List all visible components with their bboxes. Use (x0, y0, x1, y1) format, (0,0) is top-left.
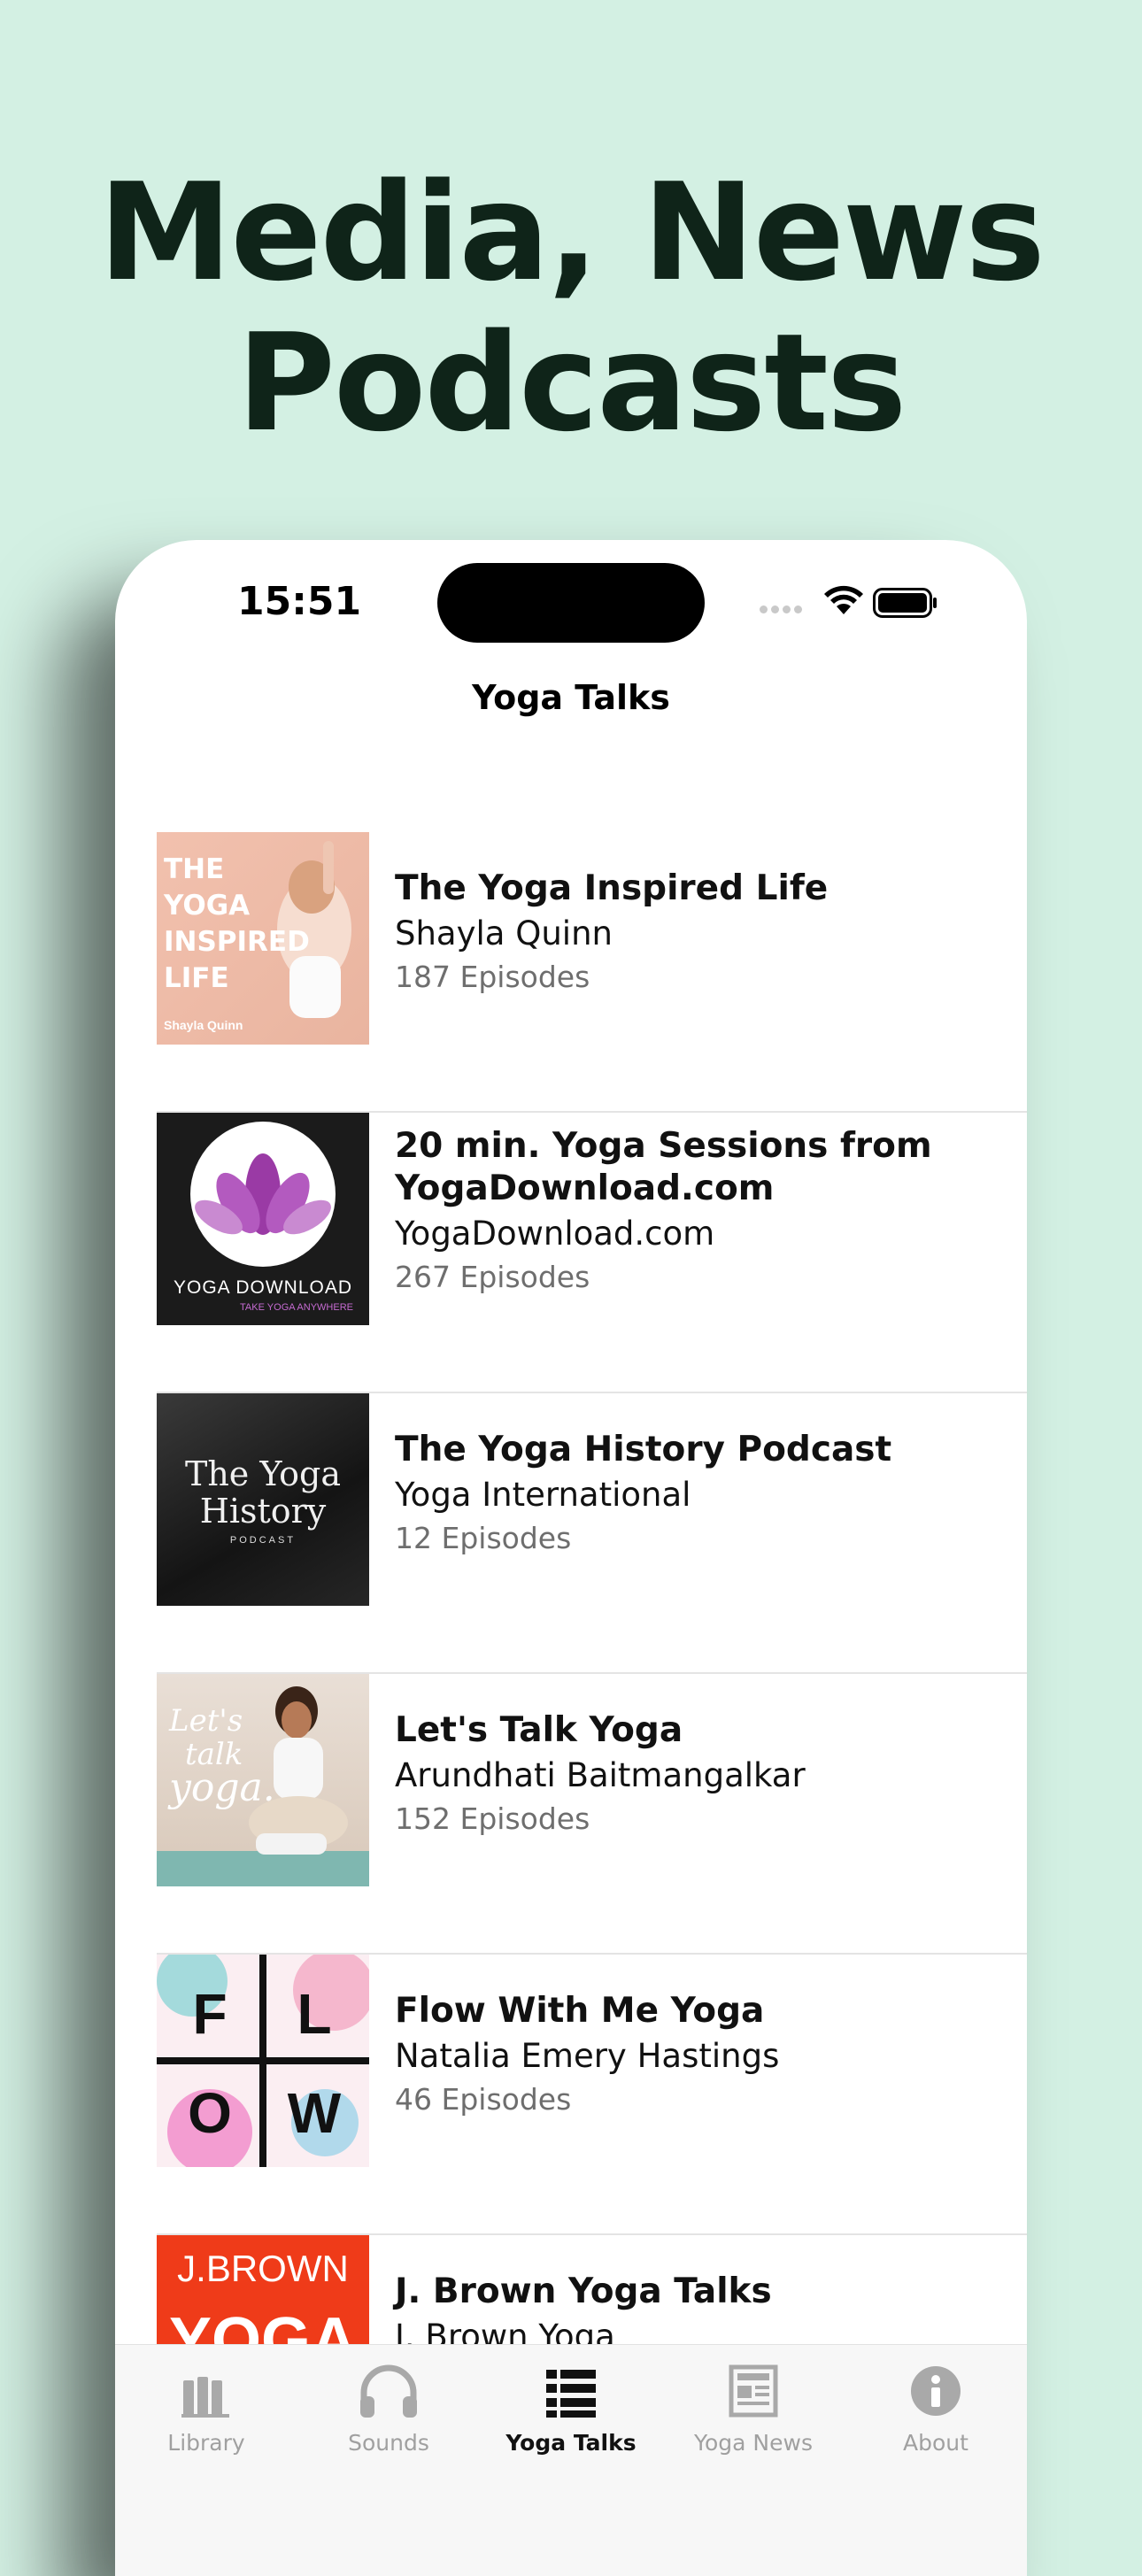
artwork-letter: L (297, 1982, 332, 2046)
info-icon (911, 2366, 961, 2416)
episode-count: 46 Episodes (395, 2082, 572, 2117)
tab-label: Sounds (348, 2430, 429, 2456)
tab-about[interactable]: About (845, 2357, 1027, 2456)
tab-yoga-talks[interactable]: Yoga Talks (480, 2357, 662, 2456)
podcast-row[interactable]: THE YOGA INSPIRED LIFE Shayla Quinn The … (115, 832, 1027, 1113)
tab-label: Library (167, 2430, 245, 2456)
podcast-author: Arundhati Baitmangalkar (395, 1756, 806, 1794)
podcast-title: Let's Talk Yoga (395, 1710, 683, 1750)
artwork-letter: O (188, 2081, 232, 2145)
cellular-signal-icon (760, 602, 806, 618)
artwork-letter: F (192, 1982, 228, 2046)
podcast-author: Natalia Emery Hastings (395, 2037, 780, 2075)
dynamic-island (437, 563, 705, 643)
tab-sounds[interactable]: Sounds (297, 2357, 480, 2456)
podcast-artwork: THE YOGA INSPIRED LIFE Shayla Quinn (157, 832, 369, 1045)
podcast-title: 20 min. Yoga Sessions from YogaDownload.… (395, 1126, 932, 1208)
artwork-text: YOGA DOWNLOAD (173, 1277, 353, 1298)
podcast-row[interactable]: YOGA DOWNLOAD TAKE YOGA ANYWHERE 20 min.… (115, 1113, 1027, 1393)
podcast-title: Flow With Me Yoga (395, 1991, 765, 2031)
tab-label: Yoga Talks (505, 2430, 637, 2456)
battery-icon (873, 588, 937, 618)
headline-line-1: Media, News (98, 154, 1046, 311)
status-indicators (760, 584, 945, 620)
podcast-info: The Yoga Inspired Life Shayla Quinn 187 … (395, 868, 997, 997)
nav-title: Yoga Talks (472, 678, 670, 717)
artwork-text: The Yoga (184, 1454, 342, 1493)
list-icon (546, 2368, 596, 2418)
artwork-caption: Shayla Quinn (164, 1018, 243, 1032)
podcast-info: Let's Talk Yoga Arundhati Baitmangalkar … (395, 1709, 997, 1839)
episode-count: 12 Episodes (395, 1521, 572, 1555)
podcast-list: THE YOGA INSPIRED LIFE Shayla Quinn The … (115, 832, 1027, 2516)
podcast-row[interactable]: The Yoga History PODCAST The Yoga Histor… (115, 1393, 1027, 1674)
podcast-author: Shayla Quinn (395, 914, 613, 953)
artwork-text: INSPIRED (164, 926, 310, 958)
podcast-author: YogaDownload.com (395, 1215, 715, 1253)
headline-line-2: Podcasts (236, 305, 907, 461)
artwork-text: THE (164, 853, 225, 885)
podcast-title: J. Brown Yoga Talks (395, 2271, 772, 2311)
podcast-row[interactable]: F L O W Flow With Me Yoga Natalia Emery … (115, 1955, 1027, 2235)
artwork-text: Let's (169, 1703, 243, 1739)
podcast-info: The Yoga History Podcast Yoga Internatio… (395, 1429, 997, 1558)
status-time: 15:51 (237, 579, 362, 624)
podcast-row[interactable]: Let's talk yoga. Let's Talk Yoga Arundha… (115, 1674, 1027, 1955)
tab-label: About (903, 2430, 968, 2456)
wifi-icon (824, 585, 863, 614)
podcast-artwork: The Yoga History PODCAST (157, 1393, 369, 1606)
artwork-text: J.BROWN (177, 2248, 349, 2289)
podcast-title: The Yoga Inspired Life (395, 868, 829, 908)
newspaper-icon (729, 2364, 778, 2418)
artwork-letter: W (287, 2081, 342, 2145)
podcast-artwork: Let's talk yoga. (157, 1674, 369, 1886)
episode-count: 152 Episodes (395, 1801, 590, 1836)
podcast-info: 20 min. Yoga Sessions from YogaDownload.… (395, 1125, 997, 1297)
tab-label: Yoga News (694, 2430, 813, 2456)
artwork-text: LIFE (164, 962, 229, 994)
tab-yoga-news[interactable]: Yoga News (662, 2357, 845, 2456)
phone-screen: 15:51 Yoga Talks THE YOGA INSPIRED LIFE … (115, 540, 1027, 2576)
artwork-caption: TAKE YOGA ANYWHERE (240, 1302, 353, 1313)
podcast-info: Flow With Me Yoga Natalia Emery Hastings… (395, 1990, 997, 2119)
artwork-text: History (199, 1492, 327, 1531)
podcast-artwork: YOGA DOWNLOAD TAKE YOGA ANYWHERE (157, 1113, 369, 1325)
podcast-title: The Yoga History Podcast (395, 1430, 892, 1469)
headphones-icon (360, 2364, 417, 2418)
podcast-author: Yoga International (395, 1476, 691, 1514)
artwork-text: yoga. (169, 1765, 275, 1810)
episode-count: 187 Episodes (395, 960, 590, 994)
marketing-headline: Media, News Podcasts (0, 158, 1142, 459)
podcast-artwork: F L O W (157, 1955, 369, 2167)
episode-count: 267 Episodes (395, 1260, 590, 1294)
tab-bar: Library Sounds Yoga Talks Yoga News Abou… (115, 2344, 1027, 2576)
artwork-caption: PODCAST (229, 1535, 297, 1546)
tab-library[interactable]: Library (115, 2357, 297, 2456)
artwork-text: YOGA (164, 890, 251, 922)
library-icon (181, 2377, 229, 2418)
